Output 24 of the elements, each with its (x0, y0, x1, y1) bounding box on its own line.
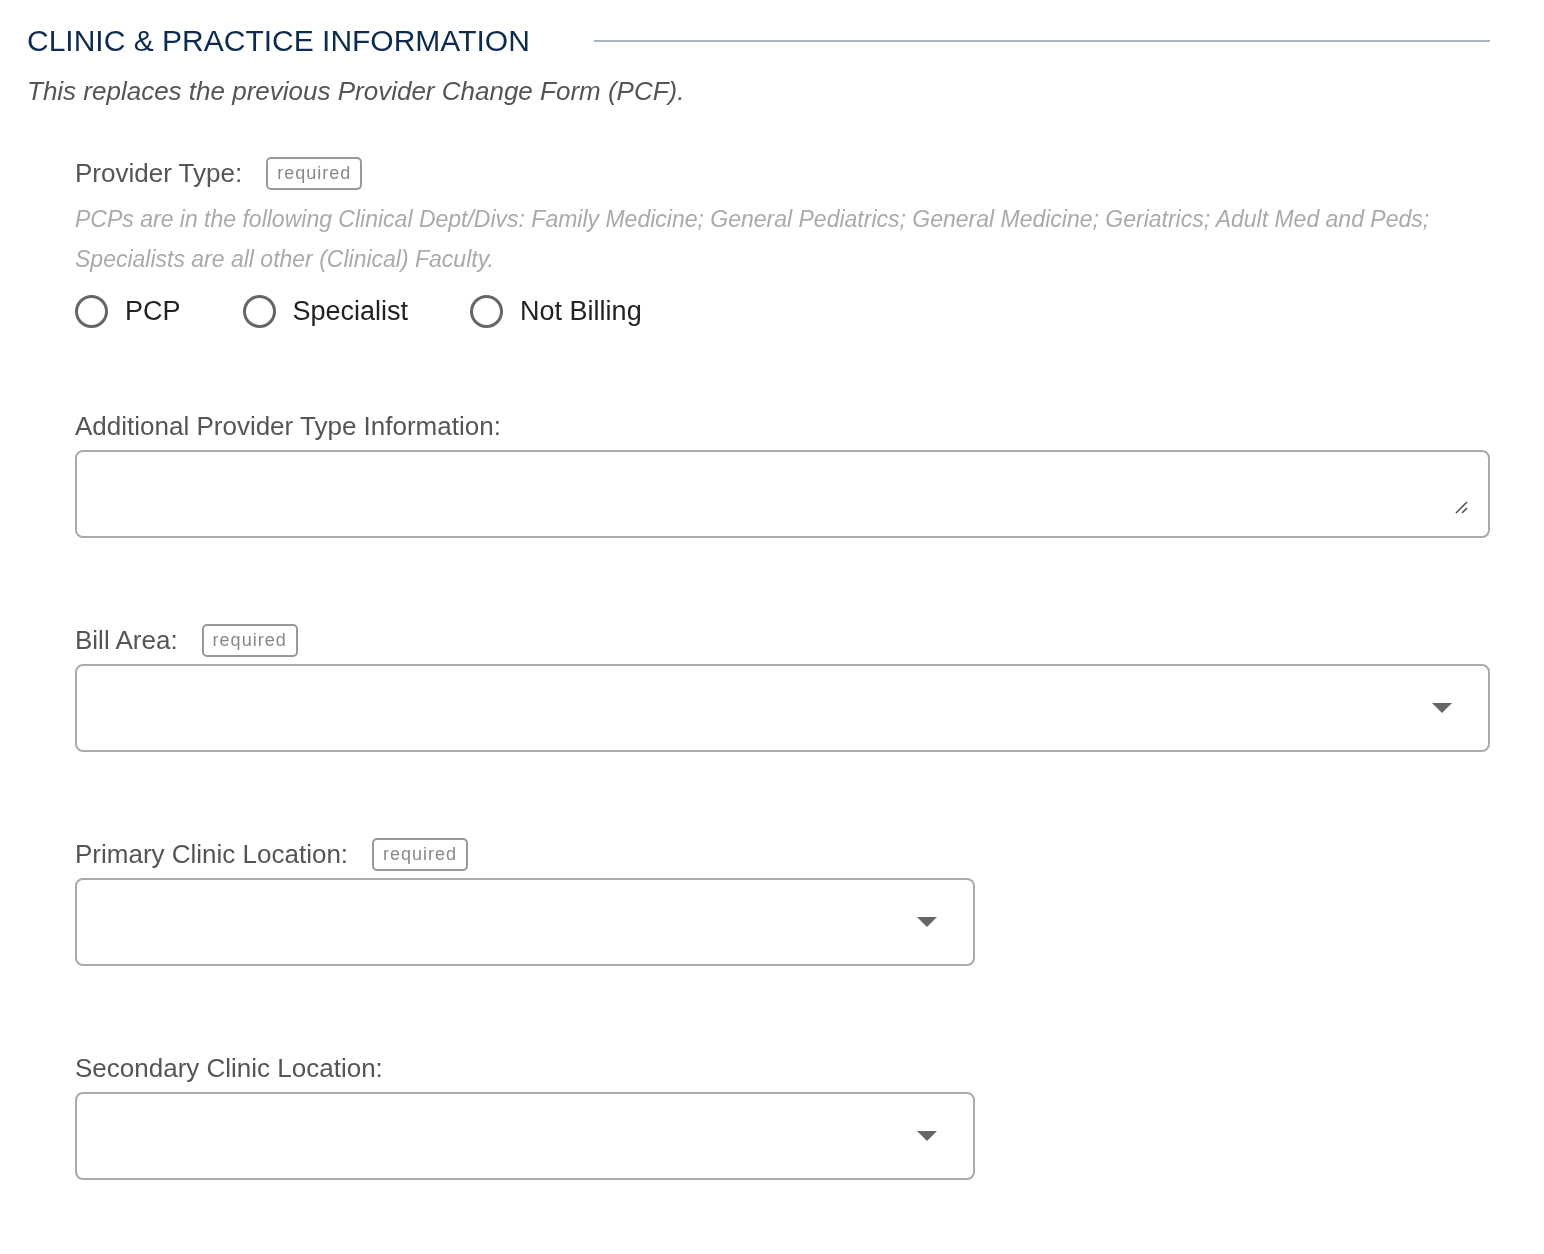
radio-label: PCP (125, 296, 181, 327)
field-label: Bill Area: (75, 624, 178, 656)
radio-button[interactable] (470, 295, 504, 328)
field-label: Secondary Clinic Location: (75, 1052, 383, 1084)
required-badge: required (266, 156, 363, 190)
field-label: Provider Type: (75, 157, 243, 189)
field-label: Additional Provider Type Information: (75, 410, 501, 442)
radio-button[interactable] (75, 295, 108, 328)
field-label: Primary Clinic Location: (75, 838, 349, 870)
caret-icon (917, 1131, 937, 1141)
required-badge: required (201, 623, 298, 657)
caret-icon (917, 917, 937, 927)
resize-handle-icon[interactable] (1454, 500, 1468, 514)
section-subtitle: This replaces the previous Provider Change Form (PCF). (27, 76, 686, 107)
dropdown-field[interactable] (75, 1092, 975, 1180)
help-text: PCPs are in the following Clinical Dept/Divs: Family Medicine; General Pediatrics; General Medicine; Geriatrics; Adult Med and Peds; Specialists are all other (Clinical) Faculty. (75, 205, 1431, 274)
dropdown-field[interactable] (75, 664, 1490, 752)
caret-icon (1432, 703, 1452, 713)
radio-label: Specialist (292, 296, 409, 327)
radio-button[interactable] (242, 295, 276, 328)
dropdown-field[interactable] (75, 878, 975, 966)
section-title: CLINIC & PRACTICE INFORMATION (27, 24, 530, 58)
required-badge: required (372, 837, 469, 871)
radio-label: Not Billing (520, 296, 642, 327)
